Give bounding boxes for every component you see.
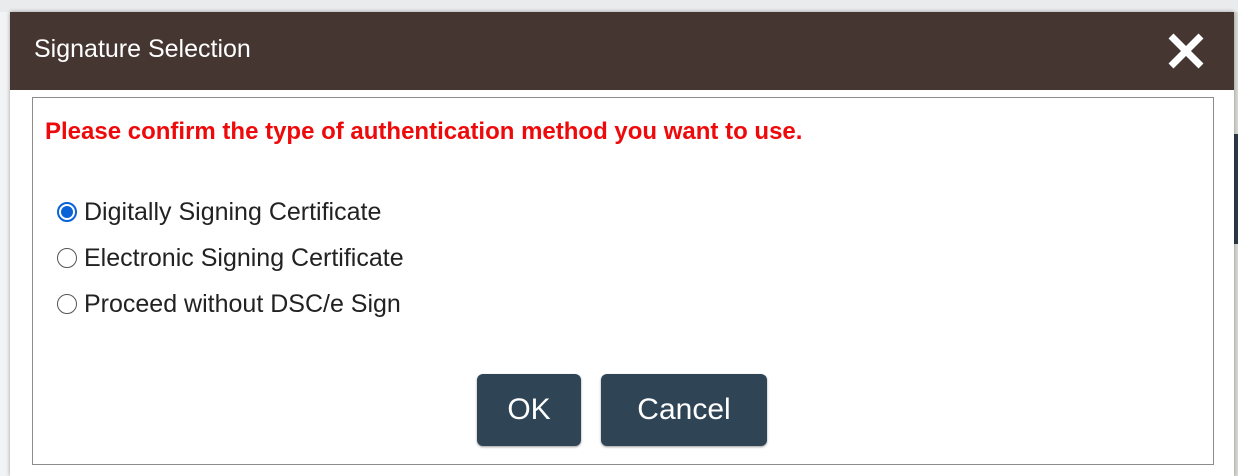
background-right-panel xyxy=(1234,12,1238,476)
option-label: Proceed without DSC/e Sign xyxy=(84,289,401,318)
dialog-title: Signature Selection xyxy=(34,35,251,63)
option-digitally-signing-certificate[interactable]: Digitally Signing Certificate xyxy=(57,189,404,235)
close-button[interactable] xyxy=(1164,29,1208,73)
dialog-titlebar: Signature Selection xyxy=(10,12,1234,90)
option-label: Digitally Signing Certificate xyxy=(84,197,382,226)
dialog-content: Please confirm the type of authenticatio… xyxy=(32,97,1214,465)
radio-proceed-without-sign[interactable] xyxy=(57,294,77,314)
ok-button[interactable]: OK xyxy=(477,374,581,446)
radio-electronic-signing-certificate[interactable] xyxy=(57,248,77,268)
close-icon xyxy=(1168,33,1204,69)
option-electronic-signing-certificate[interactable]: Electronic Signing Certificate xyxy=(57,235,404,281)
dialog-buttons: OK Cancel xyxy=(477,374,767,446)
confirmation-prompt: Please confirm the type of authenticatio… xyxy=(45,118,803,145)
cancel-button[interactable]: Cancel xyxy=(601,374,767,446)
option-proceed-without-sign[interactable]: Proceed without DSC/e Sign xyxy=(57,281,404,327)
background-dark-panel xyxy=(1234,134,1238,244)
signature-selection-dialog: Signature Selection Please confirm the t… xyxy=(10,12,1234,476)
radio-digitally-signing-certificate[interactable] xyxy=(57,202,77,222)
option-label: Electronic Signing Certificate xyxy=(84,243,404,272)
authentication-options: Digitally Signing Certificate Electronic… xyxy=(57,189,404,327)
